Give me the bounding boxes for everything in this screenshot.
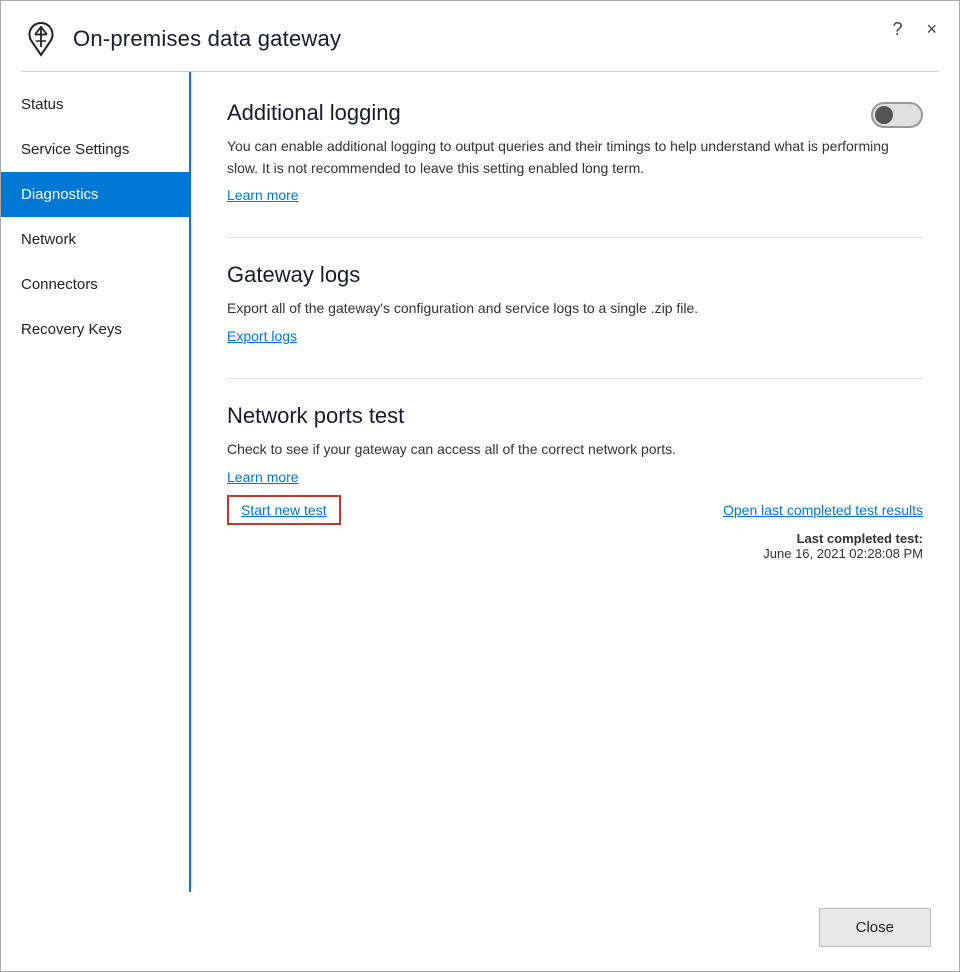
- close-button[interactable]: Close: [819, 908, 931, 947]
- sidebar-item-connectors[interactable]: Connectors: [1, 262, 189, 307]
- network-ports-learn-more[interactable]: Learn more: [227, 469, 299, 485]
- sidebar-item-recovery-keys[interactable]: Recovery Keys: [1, 307, 189, 352]
- export-logs-link[interactable]: Export logs: [227, 328, 297, 344]
- help-button[interactable]: ?: [886, 17, 908, 42]
- divider-2: [227, 378, 923, 379]
- title-bar: On-premises data gateway ? ×: [1, 1, 959, 71]
- additional-logging-learn-more[interactable]: Learn more: [227, 187, 299, 203]
- last-test-info: Last completed test: June 16, 2021 02:28…: [227, 531, 923, 561]
- start-new-test-button[interactable]: Start new test: [227, 495, 341, 525]
- last-test-label: Last completed test:: [797, 531, 923, 546]
- additional-logging-section: Additional logging You can enable additi…: [227, 100, 923, 205]
- network-ports-desc: Check to see if your gateway can access …: [227, 439, 923, 461]
- open-last-results-link[interactable]: Open last completed test results: [723, 502, 923, 518]
- additional-logging-header: Additional logging: [227, 100, 923, 136]
- main-window: On-premises data gateway ? × Status Serv…: [0, 0, 960, 972]
- network-ports-title: Network ports test: [227, 403, 923, 429]
- divider-1: [227, 237, 923, 238]
- sidebar-item-diagnostics[interactable]: Diagnostics: [1, 172, 189, 217]
- additional-logging-desc: You can enable additional logging to out…: [227, 136, 923, 179]
- additional-logging-title: Additional logging: [227, 100, 401, 126]
- main-content: Additional logging You can enable additi…: [191, 72, 959, 892]
- sidebar-item-network[interactable]: Network: [1, 217, 189, 262]
- toggle-track[interactable]: [871, 102, 923, 128]
- gateway-logs-section: Gateway logs Export all of the gateway's…: [227, 262, 923, 346]
- window-controls: ? ×: [886, 17, 943, 42]
- window-title: On-premises data gateway: [73, 26, 341, 52]
- gateway-logs-title: Gateway logs: [227, 262, 923, 288]
- network-ports-section: Network ports test Check to see if your …: [227, 403, 923, 561]
- sidebar-item-service-settings[interactable]: Service Settings: [1, 127, 189, 172]
- additional-logging-toggle[interactable]: [871, 102, 923, 128]
- content-area: Status Service Settings Diagnostics Netw…: [1, 72, 959, 892]
- sidebar: Status Service Settings Diagnostics Netw…: [1, 72, 191, 892]
- network-test-actions: Start new test Open last completed test …: [227, 495, 923, 525]
- gateway-icon: [21, 19, 61, 59]
- close-window-button[interactable]: ×: [920, 17, 943, 42]
- toggle-thumb: [875, 106, 893, 124]
- sidebar-item-status[interactable]: Status: [1, 82, 189, 127]
- gateway-logs-desc: Export all of the gateway's configuratio…: [227, 298, 923, 320]
- last-test-date: June 16, 2021 02:28:08 PM: [763, 546, 923, 561]
- footer: Close: [1, 892, 959, 971]
